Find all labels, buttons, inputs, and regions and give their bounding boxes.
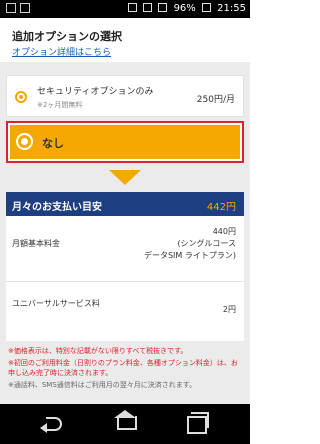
none-option-radio[interactable] <box>16 133 33 150</box>
back-icon[interactable] <box>24 404 84 444</box>
summary-title: 月々のお支払い目安 <box>12 202 102 213</box>
home-icon[interactable] <box>95 404 155 444</box>
fee-value-line: データSIM ライトプラン) <box>143 251 236 260</box>
mail-icon <box>128 3 137 12</box>
signal-icon <box>158 3 168 12</box>
battery-percent: 96% <box>173 3 196 14</box>
notes: ※価格表示は、特別な記載がない限りすべて税抜きです。 ※初回のご利用料金（日割り… <box>8 346 244 392</box>
wifi-icon <box>143 3 153 12</box>
security-option-radio[interactable] <box>15 91 27 103</box>
security-option[interactable]: セキュリティオプションのみ ※2ヶ月間無料 250円/月 <box>6 75 244 117</box>
fee-value: 2円 <box>223 304 236 316</box>
note-initial-payment: ※初回のご利用料金（日割りのプラン料金、各種オプション料金）は、お申し込み完了時… <box>8 359 238 377</box>
payment-summary: 月々のお支払い目安 442円 月額基本料金 440円 (シングルコース データS… <box>6 192 244 341</box>
none-option[interactable]: なし <box>6 121 244 163</box>
note-tax: ※価格表示は、特別な記載がない限りすべて税抜きです。 <box>8 347 188 355</box>
clock: 21:55 <box>217 3 246 14</box>
fee-row-universal: ユニバーサルサービス料 2円 <box>6 282 244 341</box>
recent-apps-icon[interactable] <box>167 404 227 444</box>
page-content[interactable]: 追加オプションの選択 オプション詳細はこちら セキュリティオプションのみ ※2ヶ… <box>0 18 250 404</box>
fee-row-basic: 月額基本料金 440円 (シングルコース データSIM ライトプラン) <box>6 216 244 282</box>
navigation-bar <box>0 404 250 444</box>
summary-header: 月々のお支払い目安 442円 <box>6 192 244 216</box>
none-option-label: なし <box>42 137 64 150</box>
option-details-link[interactable]: オプション詳細はこちら <box>12 45 111 58</box>
summary-total: 442円 <box>206 202 236 213</box>
fee-value-line: 440円 <box>212 227 236 236</box>
fee-label: 月額基本料金 <box>12 239 60 248</box>
note-call-fee: ※通話料、SMS通信料はご利用月の翌々月に決済されます。 <box>8 381 197 389</box>
page-title: 追加オプションの選択 <box>12 30 122 43</box>
security-option-note: ※2ヶ月間無料 <box>37 101 83 109</box>
fee-value: 440円 (シングルコース データSIM ライトプラン) <box>144 226 236 262</box>
notification-icon <box>6 3 16 13</box>
fee-label: ユニバーサルサービス料 <box>12 299 100 308</box>
image-icon <box>20 3 30 13</box>
down-arrow-icon <box>109 170 141 185</box>
security-option-price: 250円/月 <box>196 95 235 105</box>
security-option-label: セキュリティオプションのみ <box>37 87 154 97</box>
status-bar: 96% 21:55 <box>0 0 250 18</box>
option-header: 追加オプションの選択 オプション詳細はこちら <box>0 18 250 62</box>
fee-value-line: (シングルコース <box>177 239 236 248</box>
fee-value-line: 2円 <box>222 305 236 314</box>
battery-icon <box>201 3 211 12</box>
